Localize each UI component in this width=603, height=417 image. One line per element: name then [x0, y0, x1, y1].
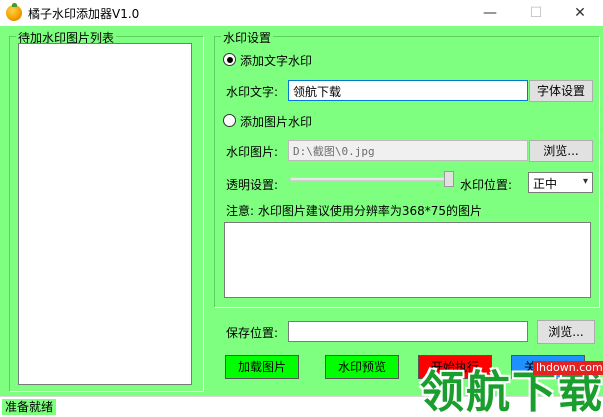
save-browse-button[interactable]: 浏览...: [537, 320, 595, 344]
start-execute-button[interactable]: 开始执行: [418, 355, 492, 379]
watermark-info-textarea[interactable]: [224, 222, 591, 298]
watermark-position-select[interactable]: 正中 ▾: [528, 172, 593, 193]
watermark-position-label: 水印位置:: [460, 178, 513, 192]
image-watermark-radio-label[interactable]: 添加图片水印: [240, 113, 312, 130]
main-client-area: 待加水印图片列表 水印设置 添加文字水印 水印文字: 领航下载 字体设置 添加图…: [0, 26, 603, 396]
close-button[interactable]: ✕: [557, 0, 603, 26]
text-watermark-radio-label[interactable]: 添加文字水印: [240, 52, 312, 69]
watermark-text-input[interactable]: 领航下载: [288, 80, 528, 101]
font-settings-button[interactable]: 字体设置: [529, 80, 593, 102]
image-watermark-radio[interactable]: [223, 114, 236, 127]
status-text: 准备就绪: [2, 399, 57, 415]
watermark-text-label: 水印文字:: [226, 85, 279, 99]
save-location-input[interactable]: [288, 321, 528, 342]
image-list-box[interactable]: [18, 43, 192, 385]
status-bar: 准备就绪: [0, 396, 603, 417]
chevron-down-icon[interactable]: ▾: [583, 176, 588, 187]
transparency-label: 透明设置:: [226, 178, 279, 192]
watermark-settings-group-title: 水印设置: [221, 29, 274, 46]
maximize-button[interactable]: ☐: [513, 0, 559, 26]
transparency-slider-track[interactable]: [290, 177, 454, 181]
load-images-button[interactable]: 加载图片: [225, 355, 299, 379]
minimize-button[interactable]: —: [467, 0, 513, 26]
watermark-image-label: 水印图片:: [226, 145, 279, 159]
title-bar: 橘子水印添加器V1.0 — ☐ ✕: [0, 0, 603, 26]
orange-app-icon: [6, 3, 22, 21]
image-browse-button[interactable]: 浏览...: [529, 140, 593, 162]
watermark-preview-button[interactable]: 水印预览: [325, 355, 399, 379]
watermark-position-value: 正中: [533, 177, 558, 191]
text-watermark-radio[interactable]: [223, 53, 236, 66]
transparency-slider-thumb[interactable]: [444, 171, 454, 187]
window-title: 橘子水印添加器V1.0: [28, 7, 140, 21]
close-exit-button[interactable]: 关闭退出: [511, 355, 585, 379]
save-location-label: 保存位置:: [226, 326, 279, 340]
watermark-image-path-input[interactable]: D:\截图\0.jpg: [288, 140, 528, 161]
resolution-note: 注意: 水印图片建议使用分辨率为368*75的图片: [226, 204, 483, 218]
